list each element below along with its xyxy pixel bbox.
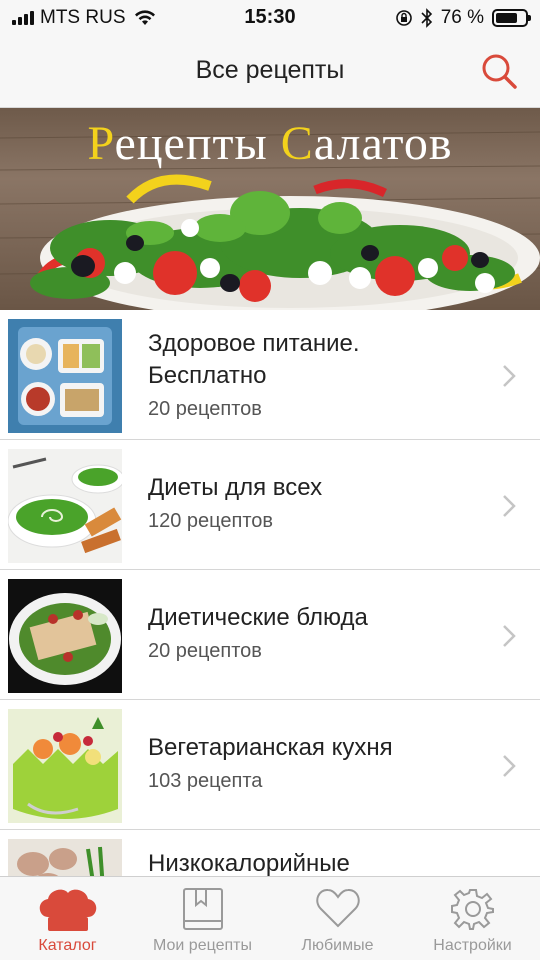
banner-title-letter: Р [87, 117, 115, 170]
list-item-title: Диеты для всех [148, 474, 323, 501]
banner-title-text: алатов [313, 117, 453, 170]
heart-icon [315, 888, 360, 928]
tab-label: Настройки [433, 937, 512, 954]
tab-catalog[interactable]: Каталог [0, 877, 135, 960]
list-item[interactable]: Здоровое питание. Бесплатно 20 рецептов [0, 310, 540, 440]
banner-title-text: ецепты [114, 117, 281, 170]
status-right: 76 % [395, 7, 531, 29]
list-item-title: Здоровое питание. Бесплатно [148, 330, 360, 389]
recipe-category-list[interactable]: Здоровое питание. Бесплатно 20 рецептов … [0, 310, 540, 876]
list-item-count: 103 рецепта [148, 770, 263, 792]
tab-favorites[interactable]: Любимые [270, 877, 405, 960]
chevron-right-icon [503, 755, 516, 777]
banner-title: Рецепты Салатов [0, 116, 540, 171]
tab-label: Мои рецепты [153, 937, 252, 954]
list-item-count: 20 рецептов [148, 398, 262, 420]
list-item[interactable]: Диеты для всех 120 рецептов [0, 440, 540, 570]
meat-plate-thumbnail [8, 839, 122, 876]
chevron-right-icon [503, 625, 516, 647]
list-item[interactable]: Диетические блюда 20 рецептов [0, 570, 540, 700]
tab-my-recipes[interactable]: Мои рецепты [135, 877, 270, 960]
orientation-lock-icon [395, 10, 412, 26]
list-item-title: Низкокалорийные [148, 850, 350, 876]
tab-label: Любимые [301, 937, 374, 954]
green-soup-thumbnail [8, 449, 122, 563]
salad-banner[interactable]: Рецепты Салатов [0, 108, 540, 310]
list-item-title: Вегетарианская кухня [148, 734, 393, 761]
melon-basket-thumbnail [8, 709, 122, 823]
navigation-bar: Все рецепты [0, 36, 540, 108]
battery-icon [492, 9, 531, 27]
tab-settings[interactable]: Настройки [405, 877, 540, 960]
gear-icon [450, 889, 494, 930]
chevron-right-icon [503, 495, 516, 517]
battery-percent: 76 % [440, 7, 484, 28]
banner-title-letter: С [280, 117, 314, 170]
chef-hat-icon [39, 889, 96, 931]
tab-label: Каталог [38, 937, 97, 954]
list-item-count: 20 рецептов [148, 640, 262, 662]
list-item-count: 120 рецептов [148, 510, 274, 532]
status-bar: MTS RUS 15:30 76 % [0, 0, 540, 36]
tab-bar: Каталог Мои рецепты Любимые Настройки [0, 876, 540, 960]
bluetooth-icon [421, 8, 432, 28]
book-icon [182, 888, 223, 930]
list-item[interactable]: Вегетарианская кухня 103 рецепта [0, 700, 540, 830]
hospital-tray-thumbnail [8, 319, 122, 433]
page-title: Все рецепты [195, 56, 345, 84]
list-item-title: Диетические блюда [148, 604, 368, 631]
list-item[interactable]: Низкокалорийные [0, 830, 540, 876]
chevron-right-icon [503, 365, 516, 387]
search-icon[interactable] [478, 50, 520, 92]
battery-level [496, 13, 518, 23]
chicken-salad-thumbnail [8, 579, 122, 693]
